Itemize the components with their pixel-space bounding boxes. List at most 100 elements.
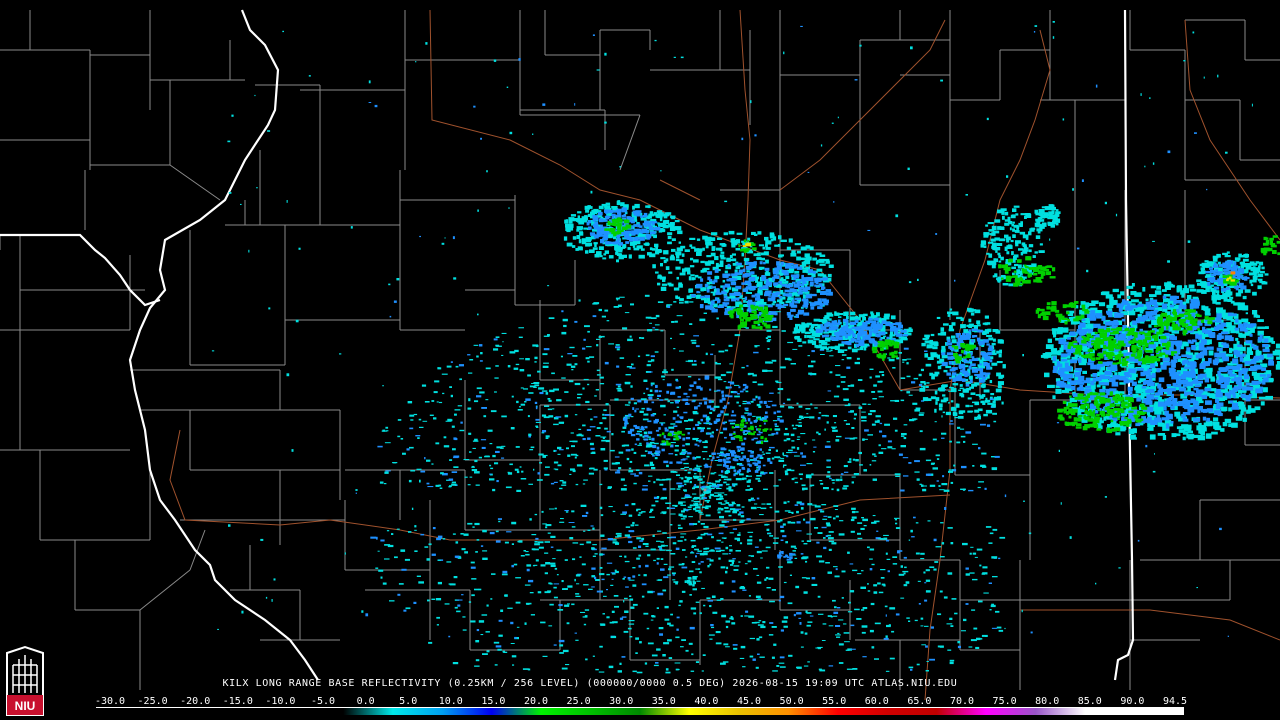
echo-speckle (632, 567, 636, 569)
echo-speckle (470, 561, 475, 564)
echo-speckle (635, 637, 639, 640)
echo-speckle (869, 568, 873, 571)
echo-mid (588, 226, 592, 230)
echo-speckle (946, 623, 953, 625)
echo-speckle (706, 427, 711, 430)
echo-mid (725, 465, 729, 468)
echo-speckle (422, 420, 428, 422)
echo-speckle (697, 421, 700, 424)
echo-speckle (963, 618, 967, 622)
echo-speckle (913, 377, 919, 380)
echo-green (751, 306, 755, 309)
echo-green (617, 230, 622, 235)
echo-speckle (553, 596, 558, 599)
echo-speckle (962, 488, 966, 491)
echo-light (814, 344, 819, 348)
echo-speckle (642, 485, 648, 487)
echo-speckle (638, 512, 643, 514)
echo-green (761, 441, 764, 445)
echo-speckle (689, 626, 695, 630)
echo-speckle (862, 438, 865, 441)
echo-speckle (817, 646, 823, 648)
echo-speckle (828, 548, 832, 551)
echo-speckle (833, 395, 840, 398)
echo-speckle (660, 404, 666, 408)
echo-speckle (699, 552, 705, 556)
echo-speckle (590, 447, 595, 450)
echo-speckle (838, 662, 844, 664)
echo-mid (763, 418, 767, 420)
echo-speckle (386, 530, 390, 532)
echo-speckle (271, 599, 273, 602)
echo-speckle (663, 642, 670, 645)
echo-mid (837, 319, 841, 323)
echo-speckle (553, 481, 558, 483)
echo-light (1028, 244, 1034, 248)
echo-light (684, 300, 689, 304)
echo-mid (644, 213, 648, 217)
echo-light (847, 346, 852, 350)
echo-speckle (625, 586, 629, 588)
echo-speckle (873, 520, 880, 523)
echo-speckle (679, 485, 682, 488)
echo-speckle (887, 570, 890, 573)
echo-speckle (575, 403, 581, 406)
echo-speckle (716, 509, 721, 511)
echo-speckle (476, 395, 482, 398)
echo-speckle (968, 646, 973, 648)
echo-speckle (615, 542, 620, 544)
echo-speckle (742, 589, 747, 591)
echo-speckle (690, 670, 695, 672)
echo-mid (750, 451, 754, 454)
echo-speckle (684, 467, 689, 469)
echo-speckle (267, 130, 271, 132)
echo-speckle (228, 524, 231, 527)
echo-speckle (583, 479, 588, 481)
echo-speckle (724, 506, 729, 509)
echo-mid (694, 406, 698, 410)
echo-speckle (547, 285, 550, 287)
echo-speckle (908, 462, 912, 464)
echo-speckle (858, 451, 862, 455)
echo-speckle (574, 414, 578, 416)
echo-speckle (860, 527, 865, 530)
echo-mid (724, 394, 729, 397)
echo-speckle (482, 529, 487, 533)
echo-speckle (805, 474, 812, 477)
echo-speckle (706, 501, 709, 503)
echo-light (656, 215, 663, 219)
echo-speckle (561, 580, 564, 583)
echo-mid (680, 417, 684, 420)
echo-light (794, 335, 800, 340)
echo-speckle (885, 552, 888, 555)
echo-speckle (837, 116, 839, 119)
echo-speckle (992, 412, 997, 415)
echo-mid (740, 415, 745, 417)
echo-mid (641, 425, 644, 429)
echo-speckle (961, 630, 966, 632)
echo-speckle (794, 481, 799, 484)
echo-light (778, 235, 782, 240)
echo-mid (797, 291, 803, 295)
echo-speckle (892, 556, 898, 558)
echo-speckle (524, 401, 527, 403)
echo-speckle (630, 303, 634, 306)
echo-speckle (471, 469, 478, 472)
echo-speckle (723, 537, 727, 539)
echo-speckle (775, 380, 779, 383)
echo-speckle (628, 449, 631, 452)
echo-speckle (450, 394, 453, 398)
echo-speckle (843, 420, 847, 422)
echo-light (1041, 222, 1047, 227)
echo-speckle (1052, 21, 1055, 23)
echo-speckle (749, 655, 754, 658)
echo-light (1030, 227, 1036, 230)
echo-light (1006, 245, 1013, 249)
echo-speckle (550, 564, 556, 567)
echo-speckle (471, 594, 475, 597)
echo-speckle (448, 478, 454, 481)
echo-mid (734, 459, 739, 462)
echo-speckle (895, 527, 901, 529)
echo-speckle (611, 610, 615, 613)
echo-mid (692, 427, 695, 430)
